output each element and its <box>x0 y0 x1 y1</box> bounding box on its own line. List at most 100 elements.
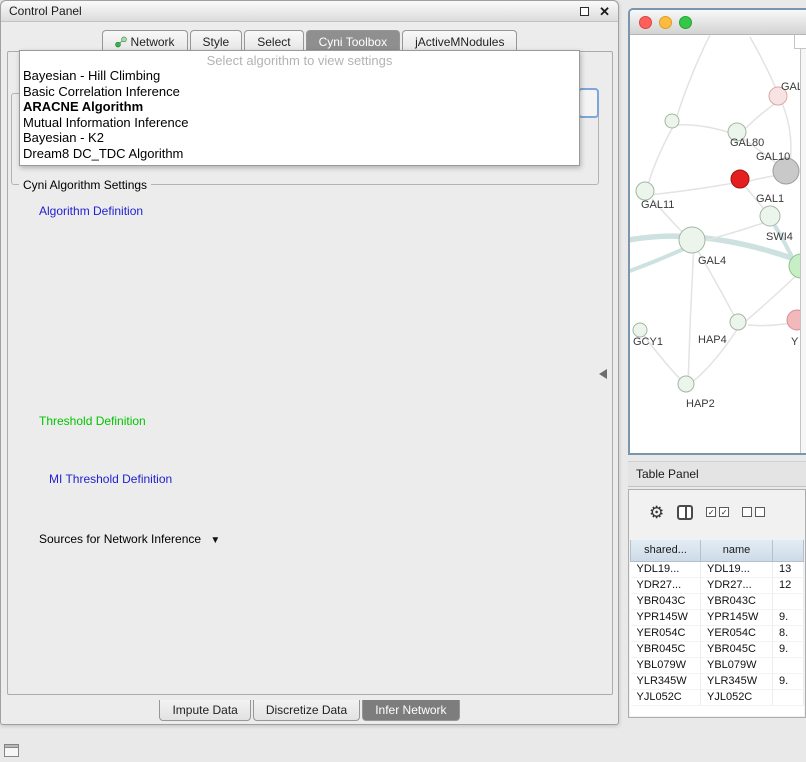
sources-group-header[interactable]: Sources for Network Inference ▼ <box>35 533 224 547</box>
network-window-titlebar[interactable] <box>630 10 806 35</box>
table-cell[interactable]: YER054C <box>631 625 701 641</box>
algorithm-option[interactable]: Bayesian - Hill Climbing <box>20 68 579 84</box>
control-panel-window: Control Panel ✕ Network Style SelectCyni T… <box>0 0 619 725</box>
network-node[interactable] <box>679 227 705 253</box>
network-node[interactable] <box>760 206 780 226</box>
focused-button-remnant[interactable] <box>578 88 599 118</box>
network-tab-icon <box>115 36 127 48</box>
table-cell[interactable]: YDL19... <box>701 561 773 577</box>
table-cell[interactable]: YJL052C <box>701 689 773 705</box>
gear-icon[interactable]: ⚙ <box>649 504 664 521</box>
docked-panel-icon[interactable] <box>4 744 19 757</box>
deselect-all-icon[interactable] <box>742 507 765 517</box>
tab-network[interactable]: Network <box>102 30 188 52</box>
network-node-label: GAL11 <box>641 199 674 211</box>
table-cell[interactable]: YLR345W <box>631 673 701 689</box>
algorithm-option[interactable]: Basic Correlation Inference <box>20 84 579 100</box>
table-row[interactable]: YLR345WYLR345W9. <box>631 673 804 689</box>
tab-style[interactable]: Style <box>190 30 243 52</box>
select-all-icon[interactable]: ✓ ✓ <box>706 507 729 517</box>
table-cell[interactable]: YDR27... <box>631 577 701 593</box>
column-header-2[interactable]: name <box>701 540 773 561</box>
columns-icon[interactable] <box>677 505 693 520</box>
float-window-icon[interactable] <box>580 7 589 16</box>
table-cell[interactable]: YDR27... <box>701 577 773 593</box>
table-panel-header-bar[interactable]: Table Panel <box>628 461 806 487</box>
checked-box-icon: ✓ <box>706 507 716 517</box>
network-canvas[interactable]: GALGAL80GAL10GAL11GAL1SWI4GAL4GCY1HAP4HA… <box>630 35 800 453</box>
algorithm-option[interactable]: Bayesian - K2 <box>20 130 579 146</box>
table-cell[interactable]: YLR345W <box>701 673 773 689</box>
table-cell[interactable] <box>773 657 804 673</box>
table-row[interactable]: YDL19...YDL19...13 <box>631 561 804 577</box>
table-cell[interactable]: YJL052C <box>631 689 701 705</box>
column-header-1[interactable]: shared... <box>631 540 701 561</box>
splitter-collapse-icon[interactable] <box>599 369 607 379</box>
network-scrollbar-button[interactable] <box>794 35 806 49</box>
table-cell[interactable]: YPR145W <box>701 609 773 625</box>
table-row[interactable]: YBR045CYBR045C9. <box>631 641 804 657</box>
network-node[interactable] <box>731 170 749 188</box>
tab-label: Network <box>131 35 175 49</box>
network-node[interactable] <box>665 114 679 128</box>
control-panel-titlebar[interactable]: Control Panel ✕ <box>1 1 618 22</box>
settings-group-title: Cyni Algorithm Settings <box>19 179 151 191</box>
table-cell[interactable]: 13 <box>773 561 804 577</box>
table-cell[interactable]: YER054C <box>701 625 773 641</box>
table-cell[interactable] <box>773 689 804 705</box>
algorithm-option[interactable]: ARACNE Algorithm <box>20 99 579 115</box>
table-row[interactable]: YDR27...YDR27...12 <box>631 577 804 593</box>
table-cell[interactable]: YPR145W <box>631 609 701 625</box>
table-cell[interactable]: 9. <box>773 641 804 657</box>
network-node-label: GAL80 <box>730 137 764 149</box>
network-node-label: HAP4 <box>698 334 727 346</box>
column-header-3[interactable] <box>773 540 804 561</box>
table-cell[interactable]: YDL19... <box>631 561 701 577</box>
tab-impute-data[interactable]: Impute Data <box>159 700 250 721</box>
unchecked-box-icon <box>755 507 765 517</box>
node-table: shared...name YDL19...YDL19...13YDR27...… <box>630 540 804 706</box>
table-cell[interactable]: YBR043C <box>631 593 701 609</box>
close-icon[interactable]: ✕ <box>599 5 610 18</box>
zoom-traffic-light-icon[interactable] <box>679 16 692 29</box>
table-cell[interactable] <box>773 593 804 609</box>
table-cell[interactable]: YBR043C <box>701 593 773 609</box>
table-cell[interactable]: 12 <box>773 577 804 593</box>
table-row[interactable]: YBR043CYBR043C <box>631 593 804 609</box>
tab-discretize-data[interactable]: Discretize Data <box>253 700 360 721</box>
network-node-label: GAL1 <box>756 193 784 205</box>
table-cell[interactable]: YBL079W <box>701 657 773 673</box>
tab-label: jActiveMNodules <box>415 35 504 49</box>
table-cell[interactable]: 9. <box>773 673 804 689</box>
table-cell[interactable]: 8. <box>773 625 804 641</box>
table-cell[interactable]: 9. <box>773 609 804 625</box>
network-node-label: HAP2 <box>686 398 715 410</box>
minimize-traffic-light-icon[interactable] <box>659 16 672 29</box>
table-cell[interactable]: YBR045C <box>631 641 701 657</box>
network-node[interactable] <box>678 376 694 392</box>
table-row[interactable]: YPR145WYPR145W9. <box>631 609 804 625</box>
table-row[interactable]: YER054CYER054C8. <box>631 625 804 641</box>
table-row[interactable]: YBL079WYBL079W <box>631 657 804 673</box>
tab-cyni-toolbox[interactable]: Cyni Toolbox <box>306 30 400 52</box>
tab-label: Style <box>203 35 230 49</box>
table-row[interactable]: YJL052CYJL052C <box>631 689 804 705</box>
algorithm-option[interactable]: Dream8 DC_TDC Algorithm <box>20 146 579 162</box>
network-node[interactable] <box>633 323 647 337</box>
table-cell[interactable]: YBL079W <box>631 657 701 673</box>
algorithm-definition-title: Algorithm Definition <box>35 205 147 217</box>
network-node-label: SWI4 <box>766 231 793 243</box>
window-title: Control Panel <box>9 4 82 18</box>
network-node[interactable] <box>636 182 654 200</box>
tab-select[interactable]: Select <box>244 30 303 52</box>
table-cell[interactable]: YBR045C <box>701 641 773 657</box>
tab-infer-network[interactable]: Infer Network <box>362 700 459 721</box>
algorithm-option[interactable]: Mutual Information Inference <box>20 115 579 131</box>
close-traffic-light-icon[interactable] <box>639 16 652 29</box>
network-node[interactable] <box>730 314 746 330</box>
algorithm-dropdown-list: Bayesian - Hill ClimbingBasic Correlatio… <box>20 68 579 161</box>
network-vertical-scrollbar[interactable] <box>800 35 806 453</box>
top-tab-bar: Network Style SelectCyni Toolbox jActiveMNo… <box>1 29 618 52</box>
bottom-tab-bar: Impute DataDiscretize DataInfer Network <box>1 700 618 722</box>
tab-jactivemnodules[interactable]: jActiveMNodules <box>402 30 517 52</box>
